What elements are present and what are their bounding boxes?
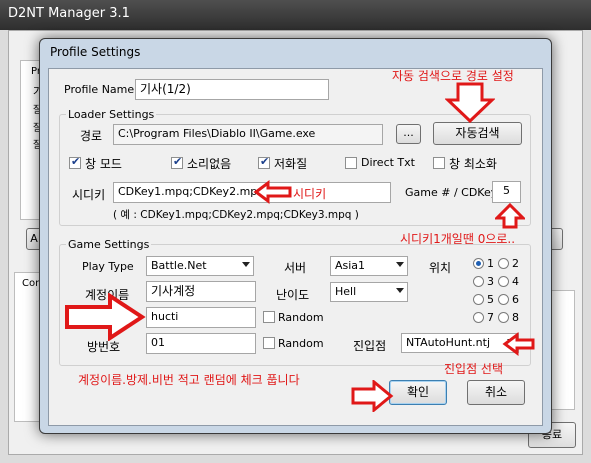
- arrow-left-icon: [502, 332, 535, 356]
- game-per-cdkey-input[interactable]: 5: [492, 181, 521, 203]
- play-type-value: Battle.Net: [151, 259, 207, 272]
- annotation-cdkey-one: 시디키1개일땐 0으로..: [400, 232, 516, 246]
- browse-button[interactable]: ...: [396, 124, 421, 144]
- loader-settings-title: Loader Settings: [66, 108, 157, 121]
- arrow-left-icon: [253, 180, 292, 204]
- difficulty-select[interactable]: Hell: [330, 282, 408, 302]
- location-radio-3[interactable]: [473, 276, 484, 287]
- location-radio-8[interactable]: [498, 312, 509, 323]
- cdkey-label: 시디키: [72, 188, 106, 202]
- cdkey-example: ( 예 : CDKey1.mpq;CDKey2.mpq;CDKey3.mpq ): [113, 209, 359, 221]
- server-value: Asia1: [335, 259, 366, 272]
- dialog-title: Profile Settings: [50, 45, 141, 59]
- difficulty-value: Hell: [335, 285, 357, 298]
- location-radio-4[interactable]: [498, 276, 509, 287]
- low-quality-label: 저화질: [274, 157, 308, 171]
- low-quality-checkbox[interactable]: [258, 155, 270, 169]
- minimize-checkbox[interactable]: [433, 157, 445, 169]
- window-mode-checkbox[interactable]: [69, 155, 81, 169]
- annotation-bottom-note: 계정이름.방제.비번 적고 랜덤에 체크 풉니다: [78, 373, 300, 387]
- main-window-title: D2NT Manager 3.1: [8, 6, 130, 21]
- location-option-label: 7: [487, 311, 494, 324]
- main-right-area: [549, 60, 575, 220]
- location-option-label: 1: [487, 257, 494, 270]
- minimize-label: 창 최소화: [449, 157, 497, 171]
- location-option-label: 6: [512, 293, 519, 306]
- server-select[interactable]: Asia1: [330, 256, 408, 276]
- account-input[interactable]: 기사계정: [146, 281, 256, 302]
- play-type-label: Play Type: [82, 260, 134, 273]
- arrow-down-icon: [445, 82, 495, 124]
- location-label: 위치: [429, 261, 452, 275]
- window-mode-label: 창 모드: [85, 157, 122, 171]
- location-option-label: 8: [512, 311, 519, 324]
- path-label: 경로: [80, 129, 103, 143]
- room-name-random-label: Random: [278, 311, 324, 324]
- location-option-label: 4: [512, 275, 519, 288]
- ok-button[interactable]: 확인: [389, 380, 447, 405]
- profile-name-input[interactable]: 기사(1/2): [135, 79, 329, 100]
- mute-label: 소리없음: [187, 157, 232, 171]
- main-right-panel: [549, 290, 575, 410]
- arrow-right-icon: [65, 293, 146, 341]
- location-option-label: 3: [487, 275, 494, 288]
- location-radio-1[interactable]: [473, 258, 484, 269]
- cancel-button[interactable]: 취소: [467, 380, 525, 405]
- arrow-up-icon: [495, 203, 525, 229]
- location-option-label: 2: [512, 257, 519, 270]
- auto-search-button[interactable]: 자동검색: [433, 122, 522, 145]
- arrow-right-icon: [351, 380, 394, 412]
- chevron-down-icon: [396, 262, 404, 267]
- entry-label: 진입점: [353, 339, 387, 353]
- play-type-select[interactable]: Battle.Net: [146, 256, 254, 276]
- annotation-entry-select: 진입점 선택: [444, 362, 504, 376]
- chevron-down-icon: [242, 262, 250, 267]
- room-name-random-checkbox[interactable]: [263, 311, 275, 323]
- entry-value: NTAutoHunt.ntj: [406, 336, 490, 349]
- path-input[interactable]: C:\Program Files\Diablo II\Game.exe: [113, 124, 383, 145]
- cdkey-input[interactable]: CDKey1.mpq;CDKey2.mpq: [113, 182, 391, 203]
- location-option-label: 5: [487, 293, 494, 306]
- room-password-random-label: Random: [278, 337, 324, 350]
- chevron-down-icon: [396, 288, 404, 293]
- room-name-input[interactable]: hucti: [146, 307, 256, 328]
- profile-name-label: Profile Name: [64, 83, 135, 96]
- location-radio-6[interactable]: [498, 294, 509, 305]
- direct-txt-label: Direct Txt: [361, 156, 415, 169]
- annotation-cdkey: 시디키: [293, 187, 327, 201]
- room-password-random-checkbox[interactable]: [263, 337, 275, 349]
- server-label: 서버: [284, 261, 307, 275]
- location-radio-5[interactable]: [473, 294, 484, 305]
- location-radio-2[interactable]: [498, 258, 509, 269]
- room-password-input[interactable]: 01: [146, 333, 256, 354]
- mute-checkbox[interactable]: [171, 155, 183, 169]
- game-per-cdkey-label: Game # / CDKey: [405, 186, 498, 199]
- game-settings-title: Game Settings: [66, 238, 152, 251]
- difficulty-label: 난이도: [276, 288, 310, 302]
- location-radio-7[interactable]: [473, 312, 484, 323]
- direct-txt-checkbox[interactable]: [345, 157, 357, 169]
